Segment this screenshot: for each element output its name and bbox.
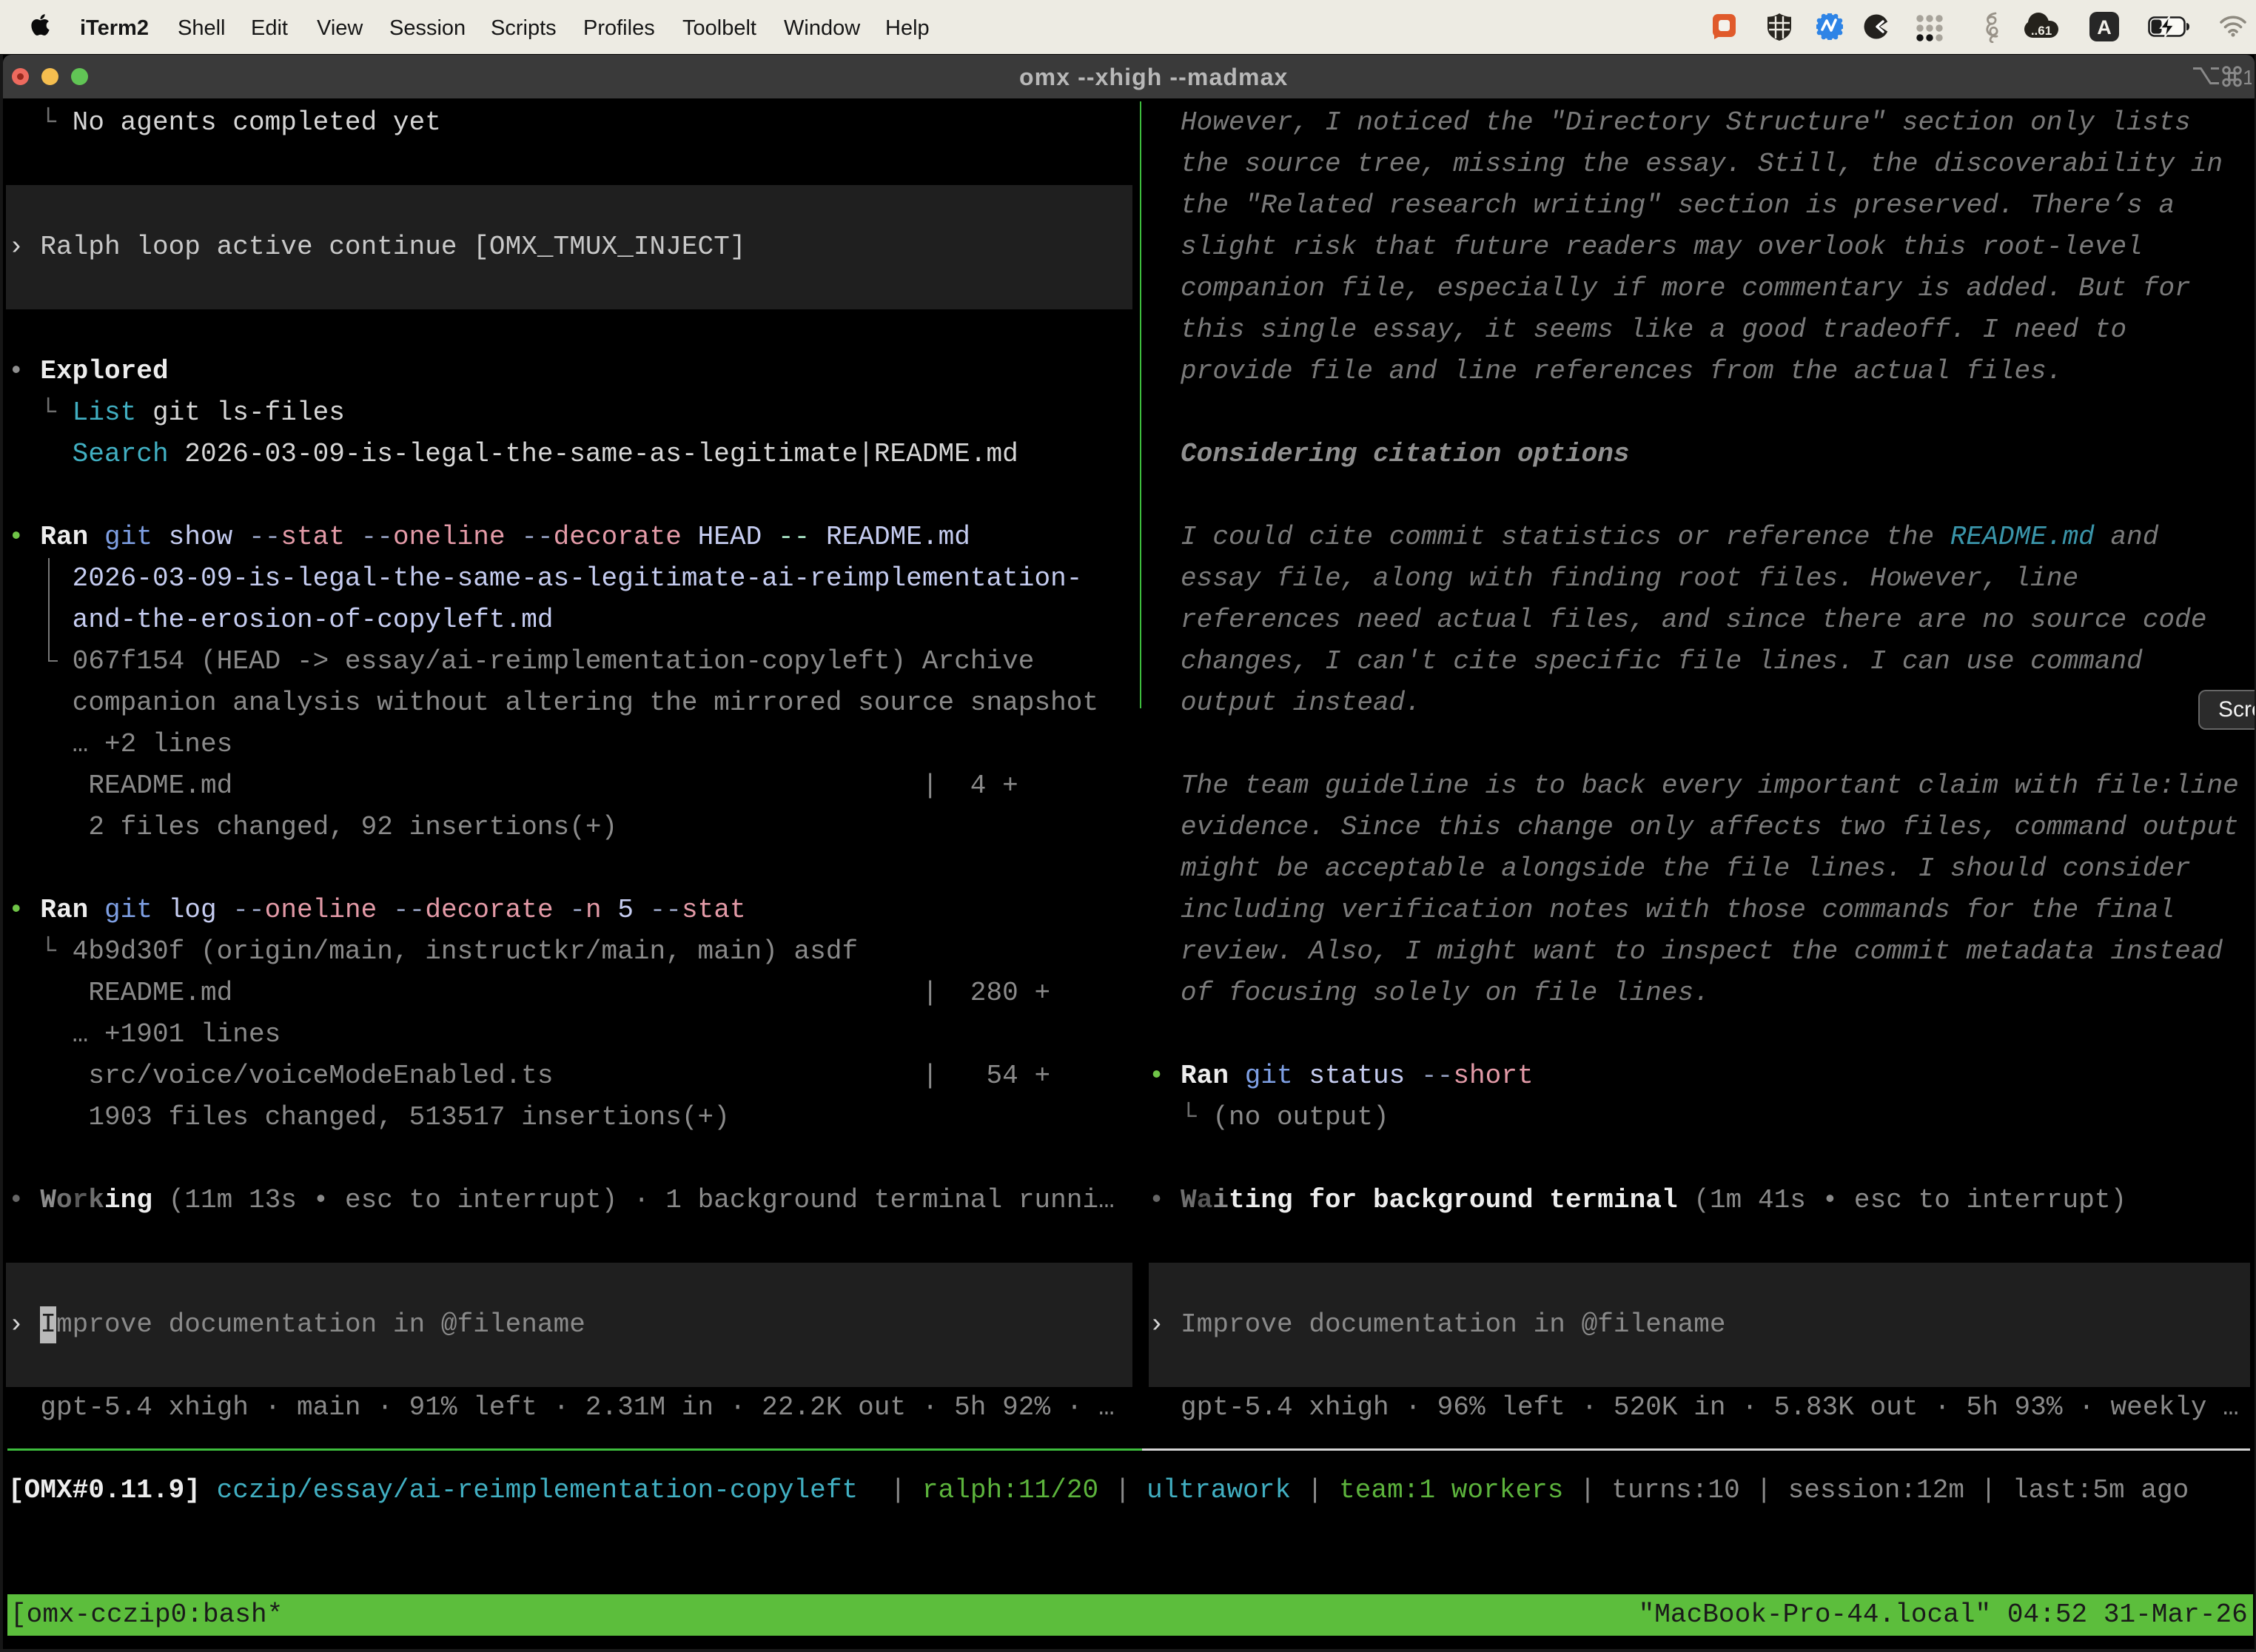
svg-text:A: A	[2097, 16, 2112, 38]
svg-text:..61: ..61	[2031, 24, 2052, 38]
svg-text:1: 1	[2243, 66, 2252, 88]
